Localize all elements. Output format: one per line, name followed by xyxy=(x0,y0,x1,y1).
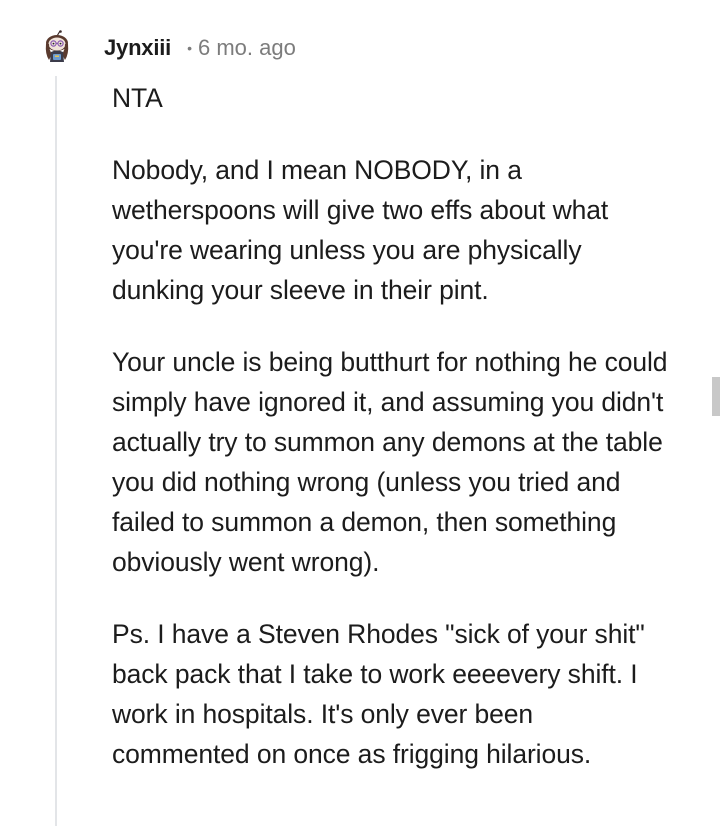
comment-meta: Jynxiii • 6 mo. ago xyxy=(104,32,296,64)
meta-separator: • xyxy=(187,40,192,56)
thread-line[interactable] xyxy=(55,76,57,826)
comment-body: NTA Nobody, and I mean NOBODY, in a weth… xyxy=(112,78,672,806)
comment-paragraph: Nobody, and I mean NOBODY, in a wethersp… xyxy=(112,155,609,305)
comment-paragraph: Ps. I have a Steven Rhodes "sick of your… xyxy=(112,619,645,769)
comment-paragraph: NTA xyxy=(112,83,163,113)
username[interactable]: Jynxiii xyxy=(104,35,171,61)
scrollbar-thumb[interactable] xyxy=(712,377,720,416)
timestamp: 6 mo. ago xyxy=(198,35,296,60)
snoo-avatar-icon xyxy=(45,30,69,62)
comment: Jynxiii • 6 mo. ago NTA Nobody, and I me… xyxy=(0,0,720,826)
user-avatar[interactable] xyxy=(44,30,70,64)
comment-paragraph: Your uncle is being butthurt for nothing… xyxy=(112,347,668,577)
